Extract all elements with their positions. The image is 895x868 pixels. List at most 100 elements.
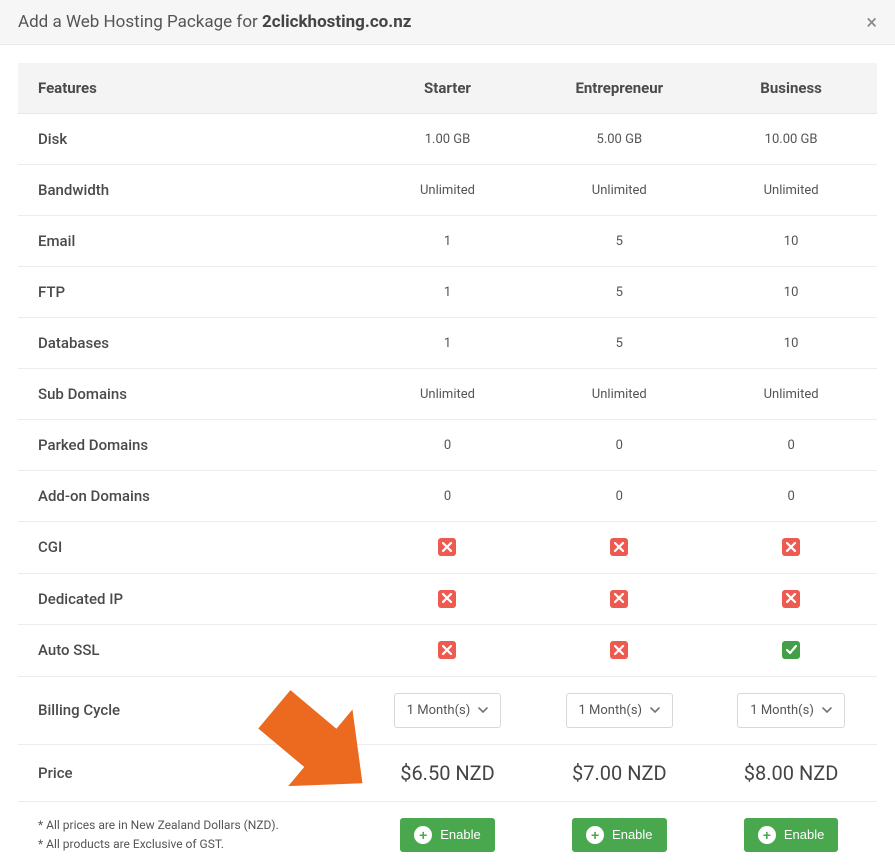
table-row: BandwidthUnlimitedUnlimitedUnlimited xyxy=(18,165,877,216)
row-label: Dedicated IP xyxy=(18,573,362,625)
billing-cycle-select[interactable]: 1 Month(s) xyxy=(394,693,502,728)
check-icon xyxy=(782,641,800,659)
price-value: $6.50 NZD xyxy=(400,761,495,785)
row-label: Databases xyxy=(18,318,362,369)
footer-notes-cell: * All prices are in New Zealand Dollars … xyxy=(18,801,362,868)
row-value: 1 xyxy=(362,267,534,318)
price-value-cell: $6.50 NZD xyxy=(362,744,534,801)
row-value xyxy=(705,522,877,574)
row-label: Sub Domains xyxy=(18,369,362,420)
row-value: Unlimited xyxy=(362,165,534,216)
row-value: 0 xyxy=(362,420,534,471)
x-icon xyxy=(610,538,628,556)
billing-cycle-select[interactable]: 1 Month(s) xyxy=(737,693,845,728)
x-icon xyxy=(782,590,800,608)
row-label: Email xyxy=(18,216,362,267)
row-value xyxy=(705,625,877,677)
chevron-down-icon xyxy=(650,705,660,715)
x-icon xyxy=(610,641,628,659)
row-label: Bandwidth xyxy=(18,165,362,216)
row-value: Unlimited xyxy=(533,165,705,216)
modal-title-domain: 2clickhosting.co.nz xyxy=(262,12,411,32)
table-row: Parked Domains000 xyxy=(18,420,877,471)
table-row: Auto SSL xyxy=(18,625,877,677)
row-value: 10 xyxy=(705,318,877,369)
row-value: 1 xyxy=(362,318,534,369)
enable-button-label: Enable xyxy=(784,827,824,842)
modal-title-prefix: Add a Web Hosting Package for xyxy=(18,12,262,32)
x-icon xyxy=(610,590,628,608)
row-value: 10 xyxy=(705,267,877,318)
row-value: 10.00 GB xyxy=(705,114,877,165)
enable-cell: + Enable xyxy=(705,801,877,868)
billing-cycle-value: 1 Month(s) xyxy=(579,703,643,718)
row-value xyxy=(362,573,534,625)
col-header-plan-starter: Starter xyxy=(362,63,534,114)
plus-circle-icon: + xyxy=(586,826,604,844)
row-value: Unlimited xyxy=(362,369,534,420)
table-row: FTP1510 xyxy=(18,267,877,318)
enable-button[interactable]: + Enable xyxy=(572,818,666,852)
enable-cell: + Enable xyxy=(362,801,534,868)
row-value: Unlimited xyxy=(533,369,705,420)
row-label: Auto SSL xyxy=(18,625,362,677)
modal-header: Add a Web Hosting Package for 2clickhost… xyxy=(0,0,895,45)
row-label: FTP xyxy=(18,267,362,318)
billing-cycle-row: Billing Cycle 1 Month(s) 1 Month(s) 1 Mo… xyxy=(18,676,877,744)
enable-cell: + Enable xyxy=(533,801,705,868)
modal-title: Add a Web Hosting Package for 2clickhost… xyxy=(18,12,411,32)
modal-body: Features Starter Entrepreneur Business D… xyxy=(0,45,895,868)
table-row: Databases1510 xyxy=(18,318,877,369)
plus-circle-icon: + xyxy=(414,826,432,844)
price-value-cell: $8.00 NZD xyxy=(705,744,877,801)
billing-cell: 1 Month(s) xyxy=(362,676,534,744)
col-header-plan-business: Business xyxy=(705,63,877,114)
x-icon xyxy=(438,538,456,556)
row-value: 0 xyxy=(533,471,705,522)
billing-cycle-select[interactable]: 1 Month(s) xyxy=(566,693,674,728)
enable-button[interactable]: + Enable xyxy=(744,818,838,852)
row-value: 5.00 GB xyxy=(533,114,705,165)
plans-table: Features Starter Entrepreneur Business D… xyxy=(18,63,877,868)
col-header-features: Features xyxy=(18,63,362,114)
row-value: 5 xyxy=(533,318,705,369)
row-label: Price xyxy=(18,744,362,801)
billing-cycle-value: 1 Month(s) xyxy=(750,703,814,718)
row-value: 1 xyxy=(362,216,534,267)
row-value: 0 xyxy=(362,471,534,522)
table-row: Sub DomainsUnlimitedUnlimitedUnlimited xyxy=(18,369,877,420)
row-value: 0 xyxy=(533,420,705,471)
footnote-currency: * All prices are in New Zealand Dollars … xyxy=(38,816,352,835)
row-value xyxy=(362,522,534,574)
table-row: Email1510 xyxy=(18,216,877,267)
table-row: Disk1.00 GB5.00 GB10.00 GB xyxy=(18,114,877,165)
close-icon[interactable]: × xyxy=(866,12,877,32)
row-label: Billing Cycle xyxy=(18,676,362,744)
row-value: 10 xyxy=(705,216,877,267)
row-value xyxy=(533,573,705,625)
row-value xyxy=(705,573,877,625)
footer-row: * All prices are in New Zealand Dollars … xyxy=(18,801,877,868)
row-value: 5 xyxy=(533,267,705,318)
table-header-row: Features Starter Entrepreneur Business xyxy=(18,63,877,114)
table-row: Dedicated IP xyxy=(18,573,877,625)
footnote-gst: * All products are Exclusive of GST. xyxy=(38,835,352,854)
enable-button[interactable]: + Enable xyxy=(400,818,494,852)
row-value xyxy=(533,522,705,574)
chevron-down-icon xyxy=(478,705,488,715)
enable-button-label: Enable xyxy=(440,827,480,842)
billing-cell: 1 Month(s) xyxy=(533,676,705,744)
price-value: $8.00 NZD xyxy=(744,761,839,785)
row-label: Parked Domains xyxy=(18,420,362,471)
price-value-cell: $7.00 NZD xyxy=(533,744,705,801)
x-icon xyxy=(438,590,456,608)
row-value: 5 xyxy=(533,216,705,267)
row-value: Unlimited xyxy=(705,369,877,420)
x-icon xyxy=(438,641,456,659)
enable-button-label: Enable xyxy=(612,827,652,842)
row-value xyxy=(533,625,705,677)
table-row: CGI xyxy=(18,522,877,574)
row-label: CGI xyxy=(18,522,362,574)
row-label: Add-on Domains xyxy=(18,471,362,522)
price-value: $7.00 NZD xyxy=(572,761,667,785)
